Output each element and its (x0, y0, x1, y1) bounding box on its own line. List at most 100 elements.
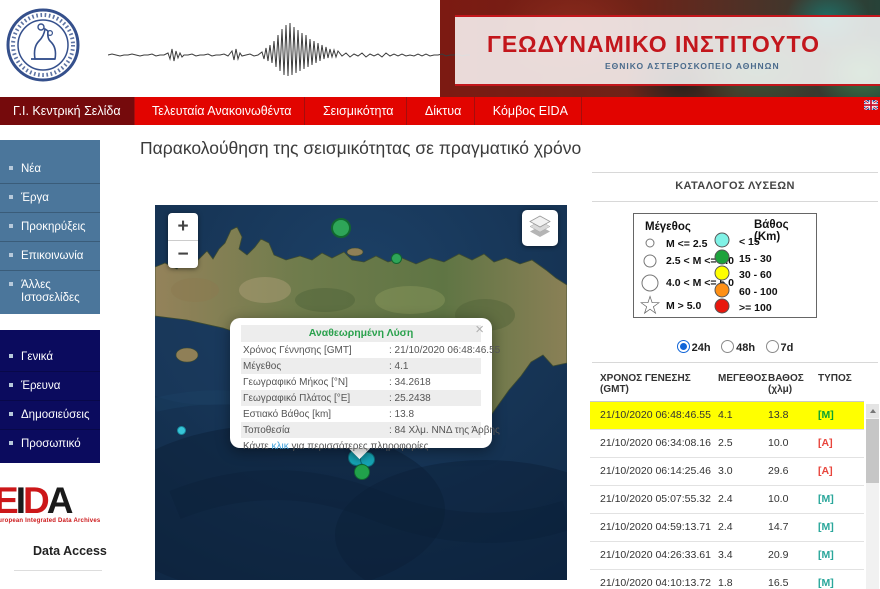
cell-depth: 10.0 (768, 493, 789, 505)
table-row[interactable]: 21/10/2020 04:10:13.72 1.8 16.5 [M] (590, 570, 864, 589)
time-range-radio[interactable]: 7d (765, 340, 794, 354)
table-row[interactable]: 21/10/2020 05:07:55.32 2.4 10.0 [M] (590, 486, 864, 514)
earthquake-marker-small-green[interactable] (391, 253, 402, 264)
sidebar-item[interactable]: Προσωπικό (0, 430, 100, 458)
sidebar-item-label: Άλλες Ιστοσελίδες (21, 279, 80, 304)
table-row[interactable]: 21/10/2020 06:48:46.55 4.1 13.8 [M] (590, 402, 864, 430)
seismograph-trace (108, 22, 470, 77)
cell-type: [M] (818, 409, 834, 421)
depth-label: 60 - 100 (739, 285, 778, 298)
observatory-logo[interactable] (5, 7, 81, 83)
seismicity-map[interactable]: + − × Αναθεωρημένη Λύση Χρόνος Γέννησης … (155, 205, 567, 580)
popup-row-label: Τοποθεσία (243, 424, 290, 436)
cell-depth: 13.8 (768, 409, 789, 421)
institute-title-band: ΓΕΩΔΥΝΑΜΙΚΟ ΙΝΣΤΙΤΟΥΤΟ ΕΘΝΙΚΟ ΑΣΤΕΡΟΣΚΟΠ… (455, 15, 880, 86)
institute-title: ΓΕΩΔΥΝΑΜΙΚΟ ΙΝΣΤΙΤΟΥΤΟ (487, 31, 820, 57)
sidebar-item[interactable]: Νέα (0, 155, 100, 184)
bullet-icon (9, 282, 13, 286)
eida-letter: E (0, 480, 19, 521)
sidebar-item[interactable]: Δημοσιεύσεις (0, 401, 100, 430)
table-row[interactable]: 21/10/2020 04:59:13.71 2.4 14.7 [M] (590, 514, 864, 542)
popup-title: Αναθεωρημένη Λύση (241, 325, 481, 342)
eida-letter: A (46, 480, 74, 521)
main-nav: Γ.Ι. Κεντρική Σελίδα Τελευταία Ανακοινωθ… (0, 97, 880, 125)
more-info-link[interactable]: κλικ (272, 441, 289, 452)
data-access-link[interactable]: Data Access (33, 544, 107, 558)
time-range-radio[interactable]: 48h (721, 340, 755, 354)
eida-logo[interactable]: EIDA European Integrated Data Archives (0, 482, 109, 524)
radio-icon (676, 340, 690, 353)
map-legend: Μέγεθος M <= 2.5 2.5 < M <= 4.0 4.0 < M … (633, 213, 817, 318)
sidebar-item[interactable]: Έρευνα (0, 372, 100, 401)
table-row[interactable]: 21/10/2020 04:26:33.61 3.4 20.9 [M] (590, 542, 864, 570)
sidebar-item[interactable]: Έργα (0, 184, 100, 213)
depth-legend-item: 60 - 100 (714, 282, 778, 299)
table-body: 21/10/2020 06:48:46.55 4.1 13.8 [M] 21/1… (590, 402, 864, 589)
cell-time: 21/10/2020 04:26:33.61 (600, 549, 711, 561)
scrollbar-thumb[interactable] (866, 419, 879, 483)
bullet-icon (9, 383, 13, 387)
time-range-selector: 24h 48h 7d (590, 338, 880, 356)
popup-row-label: Γεωγραφικό Μήκος [°N] (243, 376, 348, 388)
table-header-cell: ΧΡΟΝΟΣ ΓΕΝΕΣΗΣ (GMT) (600, 373, 691, 395)
scrollbar-up-arrow[interactable] (866, 404, 879, 418)
popup-row-value: : 4.1 (389, 360, 409, 372)
time-range-label: 7d (780, 342, 794, 354)
sidebar-item-label: Γενικά (21, 351, 54, 363)
popup-row-label: Γεωγραφικό Πλάτος [°E] (243, 392, 351, 404)
magnitude-symbol-icon (643, 254, 657, 267)
zoom-in-button[interactable]: + (168, 213, 198, 241)
earthquake-marker-large-green[interactable] (331, 218, 351, 238)
cell-time: 21/10/2020 04:59:13.71 (600, 521, 711, 533)
magnitude-symbol-icon (638, 293, 662, 317)
sidebar-item-label: Δημοσιεύσεις (21, 409, 90, 421)
bullet-icon (9, 354, 13, 358)
cell-magnitude: 1.8 (718, 577, 733, 589)
nav-item[interactable]: Τελευταία Ανακοινωθέντα (139, 97, 306, 125)
popup-row-label: Χρόνος Γέννησης [GMT] (243, 344, 352, 356)
earthquake-marker-green-cluster[interactable] (354, 464, 370, 480)
table-header: ΧΡΟΝΟΣ ΓΕΝΕΣΗΣ (GMT) ΜΕΓΕΘΟΣ ΒΑΘΟΣ (χλμ) ΤΥ… (590, 365, 864, 402)
magnitude-label: M <= 2.5 (666, 238, 708, 250)
cell-time: 21/10/2020 05:07:55.32 (600, 493, 711, 505)
nav-item[interactable]: Γ.Ι. Κεντρική Σελίδα (0, 97, 135, 125)
table-row[interactable]: 21/10/2020 06:14:25.46 3.0 29.6 [A] (590, 458, 864, 486)
cell-type: [A] (818, 465, 833, 477)
sidebar-item[interactable]: Προκηρύξεις (0, 213, 100, 242)
sidebar-primary-menu: Νέα Έργα Προκηρύξεις Επικοινωνία Άλλες Ι… (0, 140, 100, 314)
cell-magnitude: 2.5 (718, 437, 733, 449)
cell-magnitude: 3.4 (718, 549, 733, 561)
nav-item[interactable]: Σεισμικότητα (310, 97, 408, 125)
popup-row: Χρόνος Γέννησης [GMT] : 21/10/2020 06:48… (241, 342, 500, 358)
cell-time: 21/10/2020 06:48:46.55 (600, 409, 711, 421)
sidebar-item[interactable]: Γενικά (0, 343, 100, 372)
cell-type: [A] (818, 437, 833, 449)
divider (592, 172, 878, 173)
sidebar-item[interactable]: Άλλες Ιστοσελίδες (0, 271, 100, 312)
time-range-label: 48h (736, 342, 756, 354)
time-range-radio[interactable]: 24h (676, 340, 711, 354)
layers-button[interactable] (522, 210, 558, 246)
sidebar-item-label: Προσωπικό (21, 438, 81, 450)
zoom-out-button[interactable]: − (168, 241, 198, 268)
popup-table: Χρόνος Γέννησης [GMT] : 21/10/2020 06:48… (241, 342, 500, 438)
sidebar-item[interactable]: Επικοινωνία (0, 242, 100, 271)
earthquake-marker-cyan[interactable] (177, 426, 186, 435)
depth-circle-icon (714, 232, 730, 248)
radio-icon (721, 340, 735, 353)
sidebar-item-label: Προκηρύξεις (21, 221, 86, 233)
sidebar-item-label: Έρευνα (21, 380, 61, 392)
sidebar-secondary-menu: Γενικά Έρευνα Δημοσιεύσεις Προσωπικό (0, 330, 100, 463)
header: ΓΕΩΔΥΝΑΜΙΚΟ ΙΝΣΤΙΤΟΥΤΟ ΕΘΝΙΚΟ ΑΣΤΕΡΟΣΚΟΠ… (0, 0, 880, 97)
english-flag-icon[interactable] (864, 100, 878, 110)
table-header-cell: ΒΑΘΟΣ (χλμ) (768, 373, 804, 395)
depth-label: 30 - 60 (739, 269, 772, 281)
nav-item[interactable]: Δίκτυα (412, 97, 476, 125)
cell-depth: 20.9 (768, 549, 789, 561)
close-icon[interactable]: × (475, 322, 484, 337)
bullet-icon (9, 166, 13, 170)
divider (592, 362, 878, 363)
table-row[interactable]: 21/10/2020 06:34:08.16 2.5 10.0 [A] (590, 430, 864, 458)
nav-item[interactable]: Κόμβος EIDA (480, 97, 582, 125)
table-scrollbar[interactable] (866, 404, 879, 589)
